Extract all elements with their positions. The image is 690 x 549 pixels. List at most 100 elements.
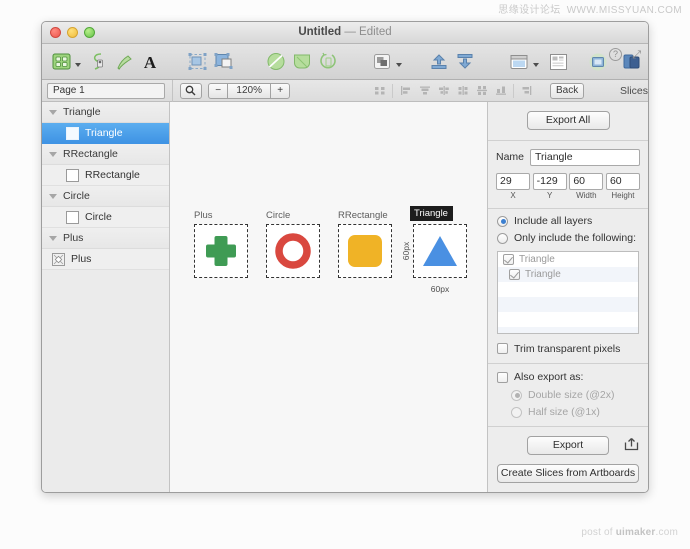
grid-layout-icon[interactable] <box>545 49 571 75</box>
half-size-radio[interactable] <box>511 406 522 418</box>
group-icon[interactable] <box>185 49 211 75</box>
layer-label: Circle <box>85 211 112 223</box>
scale-icon[interactable] <box>289 49 315 75</box>
toolbar-group-view <box>506 49 571 75</box>
align-distribute-v-icon[interactable] <box>517 82 536 100</box>
include-only-radio[interactable] <box>497 232 508 244</box>
align-center-icon[interactable] <box>415 82 434 100</box>
layer-checkbox[interactable] <box>503 254 514 266</box>
width-input[interactable]: 60 <box>569 172 604 190</box>
layer-group-label: RRectangle <box>63 148 118 160</box>
watermark-bottom-suffix: .com <box>655 527 678 538</box>
also-export-checkbox[interactable] <box>497 371 508 383</box>
align-left-icon[interactable] <box>396 82 415 100</box>
slice-box[interactable] <box>266 224 320 278</box>
slice-triangle[interactable]: Triangle 60px 60px <box>401 206 467 294</box>
zoom-out-button[interactable]: − <box>208 82 229 99</box>
sidebar-item-plus[interactable]: Plus <box>42 249 169 270</box>
move-forward-icon[interactable] <box>426 49 452 75</box>
align-top-icon[interactable] <box>453 82 472 100</box>
mask-icon[interactable] <box>263 49 289 75</box>
trim-row[interactable]: Trim transparent pixels <box>488 334 648 363</box>
disclosure-triangle-icon[interactable] <box>49 109 57 115</box>
include-all-radio-row[interactable]: Include all layers <box>488 208 648 227</box>
help-icon[interactable]: ? <box>609 48 622 61</box>
half-size-row[interactable]: Half size (@1x) <box>488 401 648 426</box>
text-icon[interactable]: A <box>137 49 163 75</box>
export-all-button[interactable]: Export All <box>526 111 610 130</box>
export-all-row: Export All <box>488 102 648 140</box>
slice-box[interactable] <box>194 224 248 278</box>
view-icon[interactable] <box>506 49 532 75</box>
canvas[interactable]: Plus Circle RRectangle Triangle 60px 60p… <box>170 102 487 492</box>
distribute-icon[interactable] <box>370 82 389 100</box>
layer-checkbox[interactable] <box>509 269 520 281</box>
back-button[interactable]: Back <box>550 82 584 99</box>
list-item[interactable]: Triangle <box>498 252 638 267</box>
slice-plus[interactable]: Plus <box>194 210 248 278</box>
sidebar-item-triangle[interactable]: Triangle <box>42 123 169 144</box>
zoom-control[interactable]: − 120% + <box>208 82 291 99</box>
geometry-row: 29 X -129 Y 60 Width 60 Height <box>488 166 648 208</box>
width-field-group: 60 Width <box>569 172 604 200</box>
layer-group-plus[interactable]: Plus <box>42 228 169 249</box>
boolean-chevron-down-icon[interactable] <box>396 62 402 67</box>
align-bottom-icon[interactable] <box>491 82 510 100</box>
slice-box[interactable] <box>413 224 467 278</box>
share-icon[interactable] <box>624 437 639 454</box>
list-item[interactable]: Triangle <box>498 267 638 283</box>
layer-group-circle[interactable]: Circle <box>42 186 169 207</box>
trim-checkbox[interactable] <box>497 343 508 355</box>
include-all-radio[interactable] <box>497 215 508 227</box>
align-middle-icon[interactable] <box>472 82 491 100</box>
slice-rrectangle[interactable]: RRectangle <box>338 210 392 278</box>
ungroup-icon[interactable] <box>211 49 237 75</box>
slice-circle[interactable]: Circle <box>266 210 320 278</box>
y-input[interactable]: -129 <box>532 172 567 190</box>
expand-icon[interactable]: ⤢ <box>632 49 641 62</box>
layer-group-rrectangle[interactable]: RRectangle <box>42 144 169 165</box>
name-input[interactable]: Triangle <box>530 148 640 166</box>
shape-icon <box>66 168 79 182</box>
create-slices-button[interactable]: Create Slices from Artboards <box>497 464 639 484</box>
include-layer-list[interactable]: Triangle Triangle <box>497 251 639 334</box>
preview-icon[interactable] <box>585 49 611 75</box>
name-row: Name Triangle <box>488 141 648 166</box>
slices-title: Slices <box>619 84 648 97</box>
shape-icon <box>66 210 79 224</box>
export-button[interactable]: Export <box>527 436 609 456</box>
pencil-icon[interactable] <box>111 49 137 75</box>
include-only-radio-row[interactable]: Only include the following: <box>488 227 648 244</box>
height-input[interactable]: 60 <box>605 172 640 190</box>
chevron-down-icon[interactable] <box>75 62 81 67</box>
sidebar-item-circle[interactable]: Circle <box>42 207 169 228</box>
layer-label: Triangle <box>85 127 123 139</box>
also-export-row[interactable]: Also export as: <box>488 363 648 383</box>
align-toolbar <box>370 82 536 100</box>
vector-icon[interactable] <box>85 49 111 75</box>
disclosure-triangle-icon[interactable] <box>49 193 57 199</box>
insert-icon[interactable] <box>48 49 74 75</box>
disclosure-triangle-icon[interactable] <box>49 235 57 241</box>
sidebar-item-rrectangle[interactable]: RRectangle <box>42 165 169 186</box>
double-size-row[interactable]: Double size (@2x) <box>488 383 648 401</box>
y-label: Y <box>546 190 553 200</box>
layer-group-triangle[interactable]: Triangle <box>42 102 169 123</box>
rotate-copies-icon[interactable] <box>315 49 341 75</box>
watermark-top-url: WWW.MISSYUAN.COM <box>566 5 682 16</box>
x-input[interactable]: 29 <box>496 172 530 190</box>
page-field[interactable]: Page 1 <box>47 82 165 99</box>
also-export-label: Also export as: <box>514 371 584 384</box>
layer-label: RRectangle <box>85 169 140 181</box>
view-chevron-down-icon[interactable] <box>533 62 539 67</box>
double-size-radio[interactable] <box>511 389 522 401</box>
watermark-bottom: post of uimaker.com <box>581 527 678 538</box>
align-right-icon[interactable] <box>434 82 453 100</box>
include-all-label: Include all layers <box>514 215 593 228</box>
disclosure-triangle-icon[interactable] <box>49 151 57 157</box>
slice-box[interactable] <box>338 224 392 278</box>
search-icon[interactable] <box>179 82 203 99</box>
zoom-in-button[interactable]: + <box>270 82 291 99</box>
move-backward-icon[interactable] <box>452 49 478 75</box>
boolean-icon[interactable] <box>369 49 395 75</box>
